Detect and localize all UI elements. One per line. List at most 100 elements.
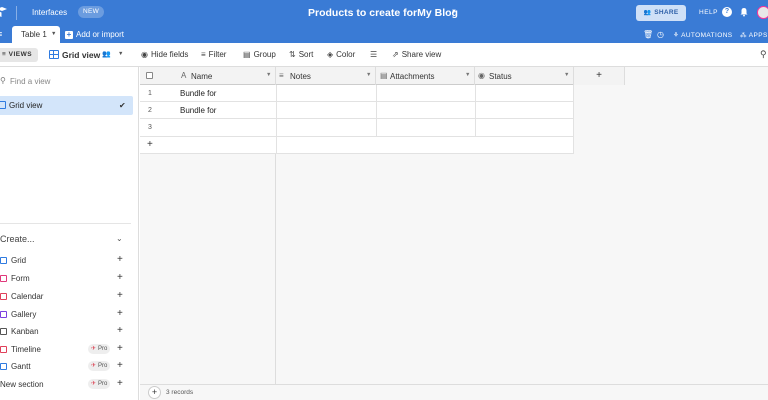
filter-label: Filter	[208, 50, 227, 59]
chevron-down-icon[interactable]: ▼	[564, 72, 569, 78]
column-header-status[interactable]: ◉ Status ▼	[475, 67, 574, 85]
group-button[interactable]: ▤ Group	[243, 50, 276, 59]
avatar[interactable]	[757, 6, 768, 19]
create-timeline-view[interactable]: Timeline ✈ Pro +	[0, 343, 128, 357]
find-view-input[interactable]: Find a view	[10, 77, 50, 86]
menu-icon[interactable]: ≡	[0, 29, 2, 39]
create-gantt-view[interactable]: Gantt ✈ Pro +	[0, 360, 128, 374]
kanban-icon	[0, 328, 7, 335]
sort-button[interactable]: ⇅ Sort	[289, 50, 313, 59]
chevron-down-icon[interactable]: ▼	[451, 9, 457, 15]
add-field-button[interactable]: +	[574, 67, 625, 85]
timeline-icon	[0, 346, 7, 353]
text-field-icon: A	[181, 71, 187, 80]
plus-icon[interactable]: +	[117, 290, 123, 301]
interfaces-link[interactable]: Interfaces	[32, 8, 67, 17]
plus-icon[interactable]: +	[117, 325, 123, 336]
create-item-label: Grid	[11, 256, 27, 265]
plus-icon: +	[65, 30, 73, 39]
automations-icon: ⚘	[673, 32, 682, 39]
add-record-button[interactable]: +	[148, 386, 161, 399]
create-kanban-view[interactable]: Kanban +	[0, 325, 128, 339]
name-cell[interactable]: Bundle for	[180, 106, 216, 115]
bell-icon[interactable]	[739, 7, 749, 17]
select-all-checkbox[interactable]	[146, 72, 153, 79]
create-grid-view[interactable]: Grid +	[0, 254, 128, 268]
help-link[interactable]: HELP	[699, 9, 718, 16]
create-gallery-view[interactable]: Gallery +	[0, 308, 128, 322]
pro-badge: ✈ Pro	[88, 379, 111, 389]
collaborators-icon[interactable]: 👥	[102, 50, 111, 58]
create-form-view[interactable]: Form +	[0, 272, 128, 286]
history-icon[interactable]: ◷	[657, 30, 664, 39]
pro-label: Pro	[98, 363, 108, 369]
share-view-button[interactable]: ⇗ Share view	[392, 50, 441, 59]
help-icon[interactable]: ?	[722, 7, 732, 17]
add-record-row[interactable]: +	[140, 137, 574, 154]
chevron-down-icon[interactable]: ▼	[266, 72, 271, 78]
table-row[interactable]: 1 Bundle for	[140, 85, 574, 102]
base-title[interactable]: Products to create forMy Blog	[308, 7, 458, 19]
apps-button[interactable]: ⁂ APPS	[740, 31, 768, 39]
filter-icon: ≡	[201, 50, 206, 59]
add-or-import-button[interactable]: + Add or import	[65, 30, 124, 39]
create-new-section[interactable]: New section ✈ Pro +	[0, 378, 128, 392]
people-icon: 👥	[643, 10, 652, 16]
create-calendar-view[interactable]: Calendar +	[0, 290, 128, 304]
pro-label: Pro	[98, 346, 108, 352]
automations-label: AUTOMATIONS	[681, 32, 733, 39]
share-view-label: Share view	[401, 50, 442, 59]
column-header-attachments[interactable]: ▤ Attachments ▼	[376, 67, 475, 85]
color-button[interactable]: ◈ Color	[327, 50, 355, 59]
row-number: 3	[148, 124, 152, 131]
pro-label: Pro	[98, 381, 108, 387]
plus-icon[interactable]: +	[117, 343, 123, 354]
column-label: Name	[191, 72, 213, 81]
create-item-label: Gantt	[11, 362, 31, 371]
share-button[interactable]: 👥 SHARE	[636, 5, 686, 21]
tab-table-1[interactable]: Table 1 ▼	[12, 26, 60, 43]
plus-icon[interactable]: +	[117, 378, 123, 389]
divider	[376, 102, 377, 119]
share-label: SHARE	[654, 9, 679, 16]
automations-button[interactable]: ⚘ AUTOMATIONS	[673, 31, 733, 39]
divider	[276, 102, 277, 119]
grid-footer: + 3 records	[140, 384, 768, 400]
current-view-name[interactable]: Grid view	[62, 50, 100, 60]
table-row[interactable]: 3	[140, 119, 574, 137]
plus-icon[interactable]: +	[147, 139, 153, 150]
views-toggle-button[interactable]: ≡ VIEWS	[0, 48, 39, 62]
gantt-icon	[0, 363, 7, 370]
hide-fields-button[interactable]: ◉ Hide fields	[141, 50, 188, 59]
table-row[interactable]: 2 Bundle for	[140, 102, 574, 119]
pro-badge: ✈ Pro	[88, 361, 111, 371]
airtable-logo-icon[interactable]	[0, 6, 8, 18]
plus-icon[interactable]: +	[117, 308, 123, 319]
filter-button[interactable]: ≡ Filter	[201, 50, 226, 59]
create-item-label: Calendar	[11, 292, 44, 301]
column-header-notes[interactable]: ≡ Notes ▼	[276, 67, 376, 85]
chevron-down-icon[interactable]: ▼	[51, 31, 56, 37]
column-header-name[interactable]: A Name ▼	[140, 67, 276, 85]
search-icon[interactable]: ⚲	[760, 49, 767, 60]
plus-icon[interactable]: +	[117, 272, 123, 283]
name-cell[interactable]: Bundle for	[180, 89, 216, 98]
divider	[573, 102, 574, 119]
rocket-icon: ✈	[91, 346, 97, 352]
new-badge: NEW	[78, 6, 105, 18]
sort-icon: ⇅	[289, 50, 296, 59]
divider	[475, 85, 476, 102]
create-view-heading[interactable]: Create...	[0, 234, 35, 244]
chevron-down-icon[interactable]: ⌄	[116, 234, 123, 243]
chevron-down-icon[interactable]: ▼	[366, 72, 371, 78]
chevron-down-icon[interactable]: ▼	[465, 72, 470, 78]
chevron-down-icon[interactable]: ▼	[118, 51, 123, 57]
divider	[276, 85, 277, 102]
trash-icon[interactable]: 🗑	[643, 30, 653, 39]
column-label: Attachments	[390, 72, 435, 81]
divider	[16, 6, 17, 20]
plus-icon[interactable]: +	[117, 254, 123, 265]
plus-icon[interactable]: +	[117, 360, 123, 371]
divider	[475, 102, 476, 119]
row-height-button[interactable]: ☰	[370, 50, 380, 59]
